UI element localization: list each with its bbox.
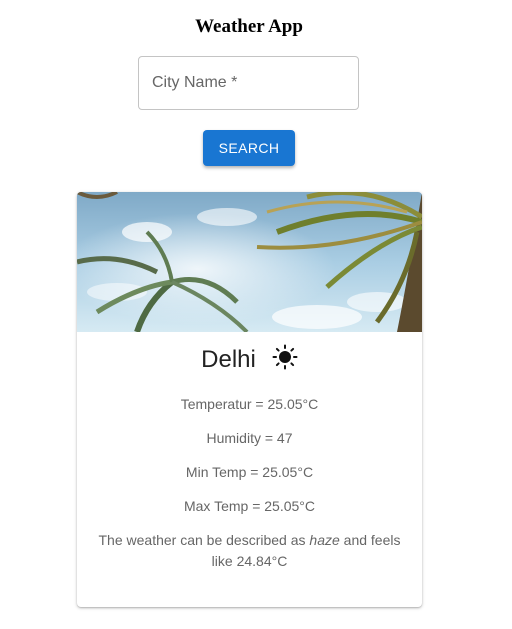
description-prefix: The weather can be described as <box>98 532 310 548</box>
city-header: Delhi <box>77 344 422 380</box>
weather-card-image <box>77 192 422 332</box>
search-button[interactable]: SEARCH <box>203 130 295 166</box>
weather-app: Weather App City Name * SEARCH Delhi Tem… <box>0 0 512 629</box>
min-temp-text: Min Temp = 25.05°C <box>185 464 314 480</box>
page-title: Weather App <box>195 16 303 37</box>
sun-icon <box>272 344 298 370</box>
humidity-text: Humidity = 47 <box>206 430 293 446</box>
description-condition: haze <box>309 532 340 548</box>
city-name: Delhi <box>201 346 256 373</box>
weather-description: The weather can be described as haze and… <box>91 530 408 572</box>
max-temp-text: Max Temp = 25.05°C <box>183 498 316 514</box>
weather-card: Delhi Temperatur = 25.05°C Humidity = 47… <box>77 192 422 607</box>
temperature-text: Temperatur = 25.05°C <box>180 396 319 412</box>
city-name-input[interactable] <box>139 57 358 109</box>
city-name-field[interactable]: City Name * <box>138 56 359 110</box>
